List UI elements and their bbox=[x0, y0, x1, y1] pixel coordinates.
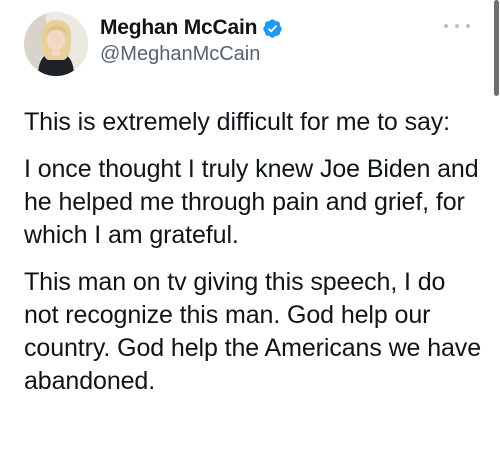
tweet-paragraph: I once thought I truly knew Joe Biden an… bbox=[24, 155, 479, 249]
tweet-paragraph: This is extremely difficult for me to sa… bbox=[24, 108, 451, 136]
author-handle[interactable]: @MeghanMcCain bbox=[100, 41, 283, 67]
avatar[interactable] bbox=[24, 12, 88, 76]
tweet-header: Meghan McCain @MeghanMcCain bbox=[24, 12, 283, 76]
verified-badge-icon bbox=[262, 18, 283, 39]
more-dot bbox=[455, 24, 459, 28]
more-dot bbox=[444, 24, 448, 28]
more-dot bbox=[466, 24, 470, 28]
profile-photo-icon bbox=[24, 12, 88, 76]
more-options-icon[interactable] bbox=[444, 20, 470, 32]
author-display-name[interactable]: Meghan McCain bbox=[100, 15, 257, 41]
tweet-paragraph: This man on tv giving this speech, I do … bbox=[24, 268, 482, 395]
author-names: Meghan McCain @MeghanMcCain bbox=[100, 15, 283, 67]
scrollbar[interactable] bbox=[492, 0, 500, 100]
scrollbar-thumb[interactable] bbox=[494, 0, 499, 96]
name-row: Meghan McCain bbox=[100, 15, 283, 41]
tweet-card: Meghan McCain @MeghanMcCain This is extr… bbox=[0, 0, 500, 458]
tweet-text: This is extremely difficult for me to sa… bbox=[24, 106, 484, 398]
